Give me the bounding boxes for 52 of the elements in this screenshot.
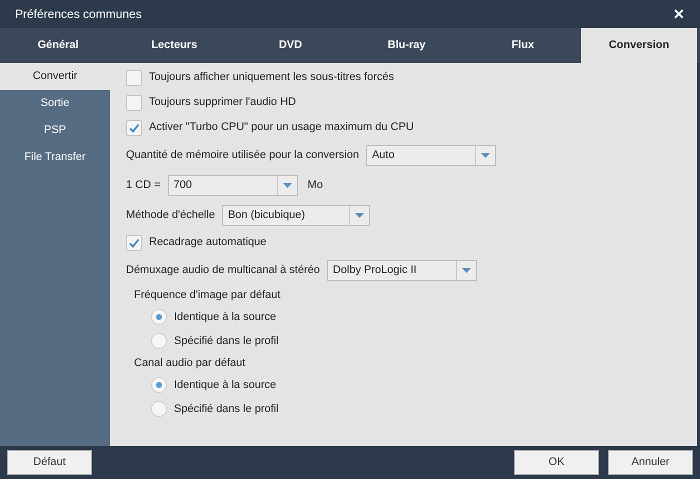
- checkbox-label: Recadrage automatique: [149, 235, 266, 250]
- dropdown-value: Dolby ProLogic II: [332, 262, 418, 278]
- group-label: Fréquence d'image par défaut: [134, 288, 282, 303]
- sidebar-item[interactable]: Convertir: [0, 63, 110, 90]
- group-label: Canal audio par défaut: [134, 356, 246, 371]
- checkbox-label: Toujours supprimer l'audio HD: [149, 95, 296, 110]
- check-icon: [128, 236, 140, 248]
- dropdown[interactable]: Dolby ProLogic II: [326, 260, 477, 280]
- checkbox[interactable]: [126, 234, 142, 250]
- field-label: Quantité de mémoire utilisée pour la conversion: [126, 148, 359, 163]
- dropdown-value: Bon (bicubique): [226, 208, 306, 223]
- tab[interactable]: Conversion: [580, 28, 698, 63]
- field-label: Démuxage audio de multicanal à stéréo: [126, 262, 320, 278]
- radio-label: Identique à la source: [174, 310, 276, 325]
- radio-label: Identique à la source: [174, 378, 276, 393]
- window-title: Préférences communes: [15, 6, 142, 23]
- sidebar-item[interactable]: PSP: [0, 117, 110, 144]
- checkbox-label: Toujours afficher uniquement les sous-titres forcés: [149, 70, 394, 86]
- radio-label: Spécifié dans le profil: [174, 402, 279, 417]
- field-label: 1 CD =: [126, 178, 161, 193]
- caret-icon: [354, 212, 364, 218]
- sidebar-item[interactable]: File Transfer: [0, 144, 110, 171]
- tab[interactable]: Lecteurs: [116, 28, 232, 63]
- radio-button[interactable]: [151, 377, 167, 393]
- caret-icon: [462, 268, 471, 272]
- check-icon: [128, 122, 140, 134]
- tab[interactable]: DVD: [232, 28, 349, 63]
- caret-icon: [282, 182, 292, 188]
- dropdown-value: 700: [172, 178, 193, 193]
- radio-button[interactable]: [151, 333, 167, 349]
- radio-button[interactable]: [151, 401, 167, 417]
- cancel-button[interactable]: Annuler: [608, 450, 693, 475]
- field-label: Méthode d'échelle: [126, 208, 215, 223]
- dropdown[interactable]: 700: [168, 174, 298, 196]
- checkbox-label: Activer "Turbo CPU" pour un usage maximum du CPU: [149, 120, 414, 136]
- radio-label: Spécifié dans le profil: [174, 334, 279, 349]
- caret-icon: [480, 152, 490, 158]
- tab[interactable]: Flux: [464, 28, 581, 63]
- tab[interactable]: Général: [0, 28, 116, 63]
- checkbox[interactable]: [126, 94, 142, 110]
- radio-button[interactable]: [151, 309, 167, 325]
- ok-button[interactable]: OK: [514, 450, 599, 475]
- dropdown-value: Auto: [370, 148, 396, 163]
- tab[interactable]: Blu-ray: [348, 28, 465, 63]
- dropdown[interactable]: Auto: [366, 144, 496, 166]
- sidebar-item[interactable]: Sortie: [0, 90, 110, 117]
- default-button[interactable]: Défaut: [7, 450, 92, 475]
- dropdown[interactable]: Bon (bicubique): [222, 204, 370, 226]
- checkbox[interactable]: [126, 120, 142, 136]
- close-button[interactable]: ✕: [673, 4, 685, 24]
- checkbox[interactable]: [126, 70, 142, 86]
- unit-label: Mo: [308, 178, 323, 193]
